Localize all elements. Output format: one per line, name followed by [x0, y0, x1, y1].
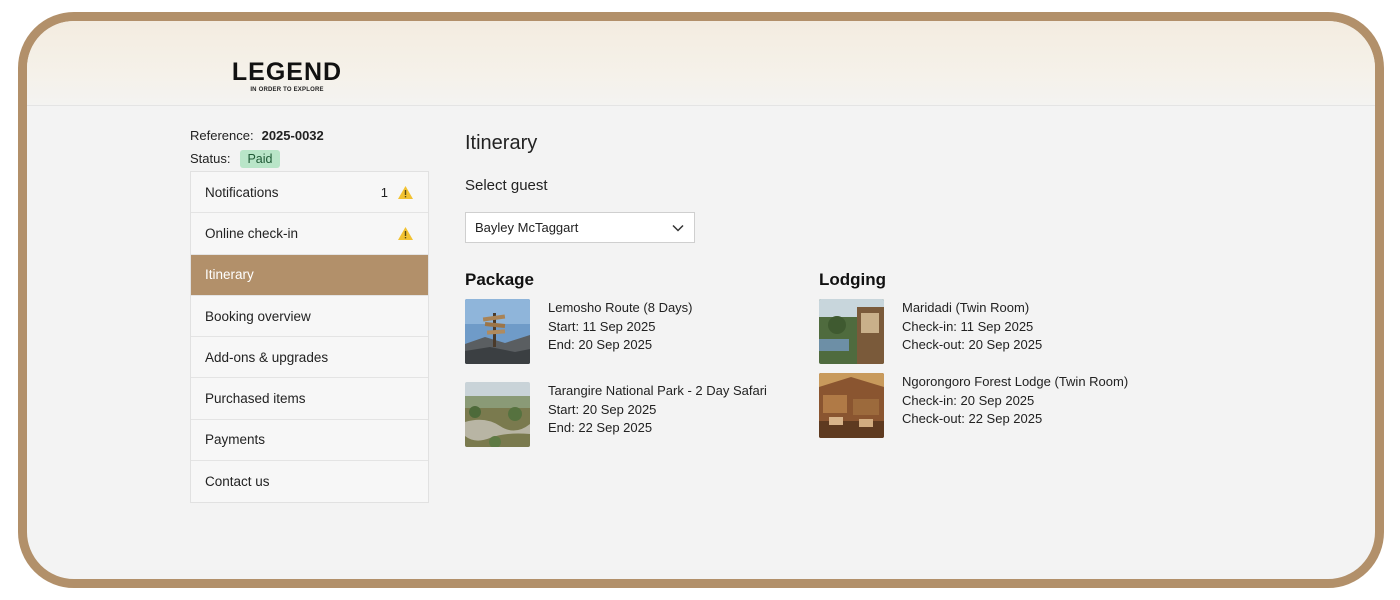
package-title: Package — [465, 270, 534, 289]
warning-icon — [398, 226, 413, 240]
sidebar-item-label: Contact us — [205, 474, 270, 490]
page-title: Itinerary — [465, 132, 538, 154]
package-thumbnail — [465, 299, 530, 364]
lodging-item-name: Ngorongoro Forest Lodge (Twin Room) — [902, 374, 1129, 389]
package-column: Package — [465, 270, 534, 290]
lodging-item-check-out: Check-out: 20 Sep 2025 — [902, 337, 1043, 352]
lodging-item-name: Maridadi (Twin Room) — [902, 300, 1030, 315]
package-item-text: Tarangire National Park - 2 Day Safari S… — [548, 382, 767, 447]
booking-meta: Reference: 2025-0032 Status: Paid — [190, 124, 324, 170]
reference-label: Reference: — [190, 128, 254, 143]
package-item-start: Start: 20 Sep 2025 — [548, 401, 657, 417]
package-thumbnail — [465, 382, 530, 447]
main-content: Itinerary Select guest Bayley McTaggart … — [465, 124, 1375, 447]
lodging-item-text: Maridadi (Twin Room) Check-in: 11 Sep 20… — [902, 299, 1042, 364]
lodging-item-check-out: Check-out: 22 Sep 2025 — [902, 411, 1043, 426]
sidebar-item-label: Payments — [205, 432, 266, 448]
sidebar-item-payments[interactable]: Payments — [191, 420, 428, 462]
lodging-thumbnail — [819, 373, 884, 438]
status-row: Status: Paid — [190, 147, 324, 170]
sidebar-item-label: Add-ons & upgrades — [205, 349, 329, 365]
brand-tagline: IN ORDER TO EXPLORE — [250, 87, 324, 93]
lodging-item-text: Ngorongoro Forest Lodge (Twin Room) Chec… — [902, 373, 1128, 438]
status-badge: Paid — [240, 149, 280, 168]
lodging-item-check-in: Check-in: 20 Sep 2025 — [902, 392, 1035, 408]
brand-logo[interactable]: LEGEND IN ORDER TO EXPLORE — [202, 59, 372, 103]
lodging-title: Lodging — [819, 270, 887, 289]
package-item-text: Lemosho Route (8 Days) Start: 11 Sep 202… — [548, 299, 693, 364]
notification-count: 1 — [380, 184, 388, 200]
sidebar-item-online-check-in[interactable]: Online check-in — [191, 213, 428, 255]
sidebar-item-meta: 1 — [381, 185, 414, 200]
select-guest-label: Select guest — [465, 177, 548, 194]
status-label: Status: — [190, 151, 231, 166]
sidebar-item-booking-overview[interactable]: Booking overview — [191, 296, 428, 338]
sidebar-item-notifications[interactable]: Notifications 1 — [191, 172, 428, 214]
brand-name: LEGEND — [231, 58, 343, 86]
chevron-down-icon — [672, 224, 684, 232]
sidebar-item-meta — [397, 226, 414, 241]
header: LEGEND IN ORDER TO EXPLORE — [27, 21, 1375, 106]
package-item-name: Tarangire National Park - 2 Day Safari — [548, 383, 767, 398]
guest-select[interactable]: Bayley McTaggart — [465, 212, 695, 243]
lodging-thumbnail — [819, 299, 884, 364]
lodging-item-check-in: Check-in: 11 Sep 2025 — [902, 318, 1034, 334]
sidebar-item-itinerary[interactable]: Itinerary — [191, 254, 428, 296]
sidebar-item-label: Online check-in — [205, 225, 299, 241]
package-item-end: End: 20 Sep 2025 — [548, 337, 653, 352]
package-item-name: Lemosho Route (8 Days) — [548, 300, 693, 315]
package-item-start: Start: 11 Sep 2025 — [548, 318, 656, 334]
sidebar-item-label: Notifications — [205, 184, 279, 200]
guest-select-value: Bayley McTaggart — [475, 220, 579, 235]
sidebar-nav: Notifications 1 Online check-in Itinerar… — [190, 171, 429, 504]
package-item-end: End: 22 Sep 2025 — [548, 420, 653, 435]
lodging-item[interactable]: Maridadi (Twin Room) Check-in: 11 Sep 20… — [819, 299, 1042, 364]
sidebar-item-contact-us[interactable]: Contact us — [191, 461, 428, 502]
sidebar-item-purchased-items[interactable]: Purchased items — [191, 378, 428, 420]
lodging-column: Lodging — [819, 270, 886, 290]
reference-value: 2025-0032 — [261, 128, 324, 143]
sidebar-item-add-ons[interactable]: Add-ons & upgrades — [191, 337, 428, 379]
sidebar-item-label: Purchased items — [205, 391, 306, 407]
lodging-item[interactable]: Ngorongoro Forest Lodge (Twin Room) Chec… — [819, 373, 1128, 438]
warning-icon — [398, 185, 413, 199]
sidebar-item-label: Booking overview — [205, 308, 311, 324]
package-item[interactable]: Tarangire National Park - 2 Day Safari S… — [465, 382, 767, 447]
package-item[interactable]: Lemosho Route (8 Days) Start: 11 Sep 202… — [465, 299, 693, 364]
reference-row: Reference: 2025-0032 — [190, 124, 324, 147]
app-frame: LEGEND IN ORDER TO EXPLORE Reference: 20… — [18, 12, 1384, 588]
sidebar-item-label: Itinerary — [205, 267, 254, 283]
